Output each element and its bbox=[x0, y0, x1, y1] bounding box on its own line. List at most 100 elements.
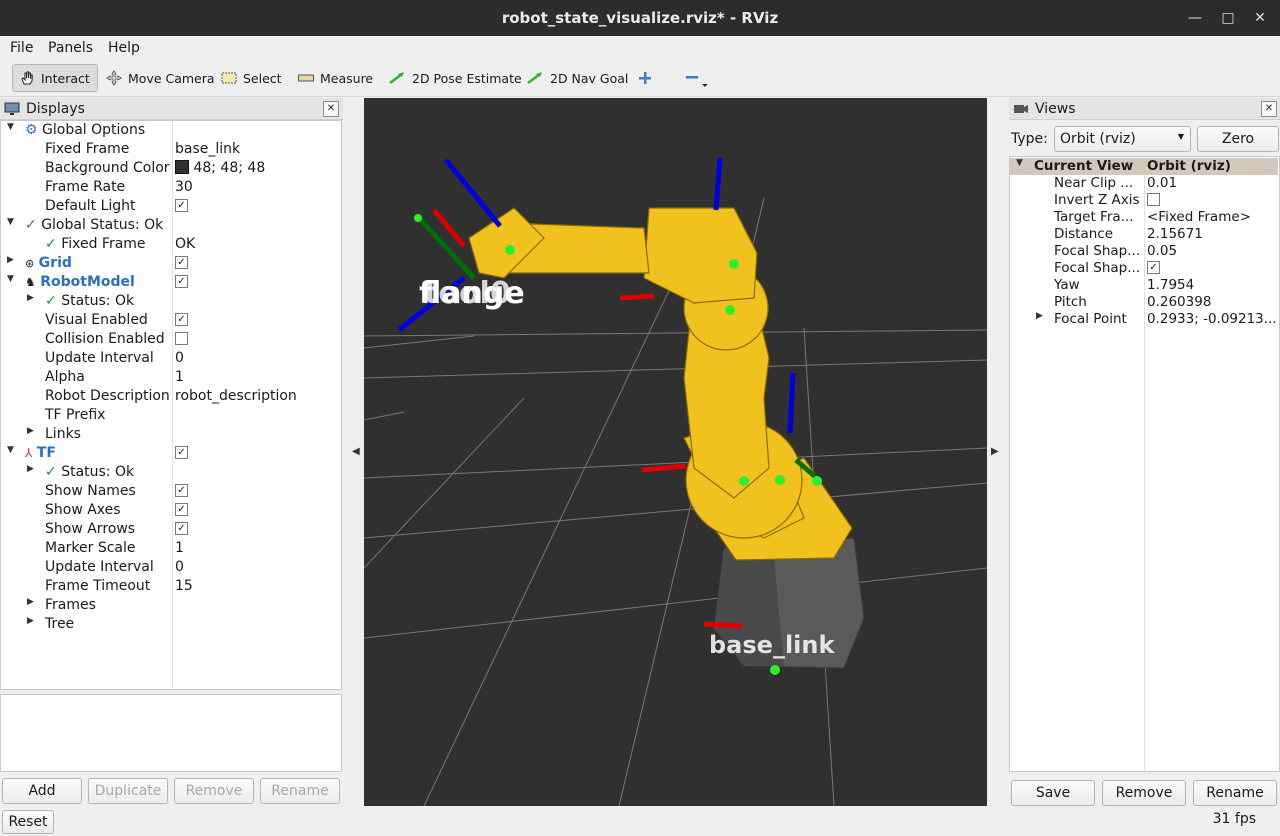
tree-row-tree[interactable]: ▶ Tree bbox=[1, 616, 341, 635]
tree-row-frame-rate[interactable]: Frame Rate 30 bbox=[1, 179, 341, 198]
view-prop-row[interactable]: Focal Shap... ✓ bbox=[1010, 260, 1278, 277]
tree-row-show-axes[interactable]: Show Axes ✓ bbox=[1, 502, 341, 521]
pose-estimate-tool-button[interactable]: 2D Pose Estimate bbox=[382, 64, 528, 92]
collapse-arrow-icon[interactable]: ▶ bbox=[27, 426, 37, 436]
tree-row-show-arrows[interactable]: Show Arrows ✓ bbox=[1, 521, 341, 540]
current-view-row[interactable]: ▼ Current View Orbit (rviz) bbox=[1010, 158, 1278, 175]
focal-point-value[interactable]: 0.2933; -0.09213... bbox=[1147, 311, 1277, 327]
tree-row-tf-status[interactable]: ▶ ✓ Status: Ok bbox=[1, 464, 341, 483]
move-camera-tool-button[interactable]: Move Camera bbox=[100, 64, 221, 92]
tree-row-alpha[interactable]: Alpha 1 bbox=[1, 369, 341, 388]
displays-close-button[interactable]: ✕ bbox=[323, 101, 339, 117]
visual-enabled-checkbox[interactable]: ✓ bbox=[175, 312, 188, 326]
tree-row-default-light[interactable]: Default Light ✓ bbox=[1, 198, 341, 217]
expand-arrow-icon[interactable]: ▼ bbox=[1016, 158, 1026, 168]
view-prop-row[interactable]: Focal Shap... 0.05 bbox=[1010, 243, 1278, 260]
focal-shape-fixed-checkbox[interactable]: ✓ bbox=[1147, 260, 1160, 274]
frame-timeout-value[interactable]: 15 bbox=[175, 578, 193, 594]
collision-enabled-checkbox[interactable] bbox=[175, 331, 188, 345]
zero-button[interactable]: Zero bbox=[1197, 126, 1279, 152]
invert-z-checkbox[interactable] bbox=[1147, 192, 1160, 206]
expand-arrow-icon[interactable]: ▼ bbox=[7, 217, 17, 227]
collapse-arrow-icon[interactable]: ▶ bbox=[7, 255, 17, 265]
tree-row-frame-timeout[interactable]: Frame Timeout 15 bbox=[1, 578, 341, 597]
tree-row-robot-status[interactable]: ▶ ✓ Status: Ok bbox=[1, 293, 341, 312]
update-interval-value[interactable]: 0 bbox=[175, 350, 184, 366]
view-prop-row[interactable]: Invert Z Axis bbox=[1010, 192, 1278, 209]
nav-goal-tool-button[interactable]: 2D Nav Goal bbox=[520, 64, 634, 92]
collapse-arrow-icon[interactable]: ▶ bbox=[27, 293, 37, 303]
interact-tool-button[interactable]: Interact bbox=[12, 64, 98, 92]
view-prop-row[interactable]: ▶ Focal Point 0.2933; -0.09213... bbox=[1010, 311, 1278, 328]
view-prop-row[interactable]: Near Clip ... 0.01 bbox=[1010, 175, 1278, 192]
tree-row-frames[interactable]: ▶ Frames bbox=[1, 597, 341, 616]
tree-row-background-color[interactable]: Background Color 48; 48; 48 bbox=[1, 160, 341, 179]
tree-row-robot-model[interactable]: ▼ ♞ RobotModel ✓ bbox=[1, 274, 341, 293]
minimize-icon[interactable]: — bbox=[1185, 8, 1205, 28]
target-frame-value[interactable]: <Fixed Frame> bbox=[1147, 209, 1277, 225]
select-tool-button[interactable]: Select bbox=[215, 64, 288, 92]
collapse-arrow-icon[interactable]: ▶ bbox=[27, 616, 37, 626]
show-arrows-checkbox[interactable]: ✓ bbox=[175, 521, 188, 535]
add-display-button[interactable]: Add bbox=[2, 778, 82, 804]
tree-row-tf-prefix[interactable]: TF Prefix bbox=[1, 407, 341, 426]
alpha-value[interactable]: 1 bbox=[175, 369, 184, 385]
distance-value[interactable]: 2.15671 bbox=[1147, 226, 1277, 242]
tf-enabled-checkbox[interactable]: ✓ bbox=[175, 445, 188, 459]
tree-row-global-status[interactable]: ▼ ✓ Global Status: Ok bbox=[1, 217, 341, 236]
rename-view-button[interactable]: Rename bbox=[1193, 780, 1277, 806]
tree-row-global-options[interactable]: ▼ ⚙ Global Options bbox=[1, 122, 341, 141]
view-prop-row[interactable]: Target Fra... <Fixed Frame> bbox=[1010, 209, 1278, 226]
grid-enabled-checkbox[interactable]: ✓ bbox=[175, 255, 188, 269]
views-close-button[interactable]: ✕ bbox=[1261, 101, 1277, 117]
tf-update-interval-value[interactable]: 0 bbox=[175, 559, 184, 575]
tree-row-status-fixed-frame[interactable]: ✓ Fixed Frame OK bbox=[1, 236, 341, 255]
tree-row-tf[interactable]: ▼ ⅄ TF ✓ bbox=[1, 445, 341, 464]
maximize-icon[interactable]: □ bbox=[1218, 8, 1238, 28]
tree-row-show-names[interactable]: Show Names ✓ bbox=[1, 483, 341, 502]
yaw-value[interactable]: 1.7954 bbox=[1147, 277, 1277, 293]
collapse-right-panel-icon[interactable]: ▶ bbox=[991, 446, 999, 457]
show-axes-checkbox[interactable]: ✓ bbox=[175, 502, 188, 516]
close-icon[interactable]: ✕ bbox=[1250, 8, 1270, 28]
view-prop-row[interactable]: Distance 2.15671 bbox=[1010, 226, 1278, 243]
collapse-arrow-icon[interactable]: ▶ bbox=[27, 597, 37, 607]
tree-row-visual-enabled[interactable]: Visual Enabled ✓ bbox=[1, 312, 341, 331]
expand-arrow-icon[interactable]: ▼ bbox=[7, 445, 17, 455]
tree-row-fixed-frame[interactable]: Fixed Frame base_link bbox=[1, 141, 341, 160]
collapse-left-panel-icon[interactable]: ◀ bbox=[352, 446, 360, 457]
view-prop-row[interactable]: Yaw 1.7954 bbox=[1010, 277, 1278, 294]
remove-display-button[interactable]: Remove bbox=[174, 778, 254, 804]
tree-row-update-interval[interactable]: Update Interval 0 bbox=[1, 350, 341, 369]
menu-panels[interactable]: Panels bbox=[48, 40, 93, 56]
expand-arrow-icon[interactable]: ▼ bbox=[7, 122, 17, 132]
tree-row-tf-update-interval[interactable]: Update Interval 0 bbox=[1, 559, 341, 578]
add-tool-button[interactable] bbox=[632, 64, 658, 92]
tree-row-links[interactable]: ▶ Links bbox=[1, 426, 341, 445]
show-names-checkbox[interactable]: ✓ bbox=[175, 483, 188, 497]
collapse-arrow-icon[interactable]: ▶ bbox=[1036, 311, 1046, 321]
collapse-arrow-icon[interactable]: ▶ bbox=[27, 464, 37, 474]
remove-tool-button[interactable] bbox=[678, 64, 714, 92]
duplicate-display-button[interactable]: Duplicate bbox=[88, 778, 168, 804]
robot-model-enabled-checkbox[interactable]: ✓ bbox=[175, 274, 188, 288]
tree-row-collision-enabled[interactable]: Collision Enabled bbox=[1, 331, 341, 350]
tree-row-robot-description[interactable]: Robot Description robot_description bbox=[1, 388, 341, 407]
focal-shape-size-value[interactable]: 0.05 bbox=[1147, 243, 1277, 259]
view-type-select[interactable]: Orbit (rviz) ▼ bbox=[1054, 126, 1191, 152]
view-prop-row[interactable]: Pitch 0.260398 bbox=[1010, 294, 1278, 311]
reset-button[interactable]: Reset bbox=[2, 810, 54, 834]
rename-display-button[interactable]: Rename bbox=[260, 778, 340, 804]
tree-row-grid[interactable]: ▶ ⊛ Grid ✓ bbox=[1, 255, 341, 274]
pitch-value[interactable]: 0.260398 bbox=[1147, 294, 1277, 310]
save-view-button[interactable]: Save bbox=[1011, 780, 1095, 806]
menu-help[interactable]: Help bbox=[108, 40, 140, 56]
measure-tool-button[interactable]: Measure bbox=[292, 64, 379, 92]
expand-arrow-icon[interactable]: ▼ bbox=[7, 274, 17, 284]
marker-scale-value[interactable]: 1 bbox=[175, 540, 184, 556]
remove-view-button[interactable]: Remove bbox=[1102, 780, 1186, 806]
default-light-checkbox[interactable]: ✓ bbox=[175, 198, 188, 212]
menu-file[interactable]: File bbox=[10, 40, 33, 56]
near-clip-value[interactable]: 0.01 bbox=[1147, 175, 1277, 191]
tree-row-marker-scale[interactable]: Marker Scale 1 bbox=[1, 540, 341, 559]
